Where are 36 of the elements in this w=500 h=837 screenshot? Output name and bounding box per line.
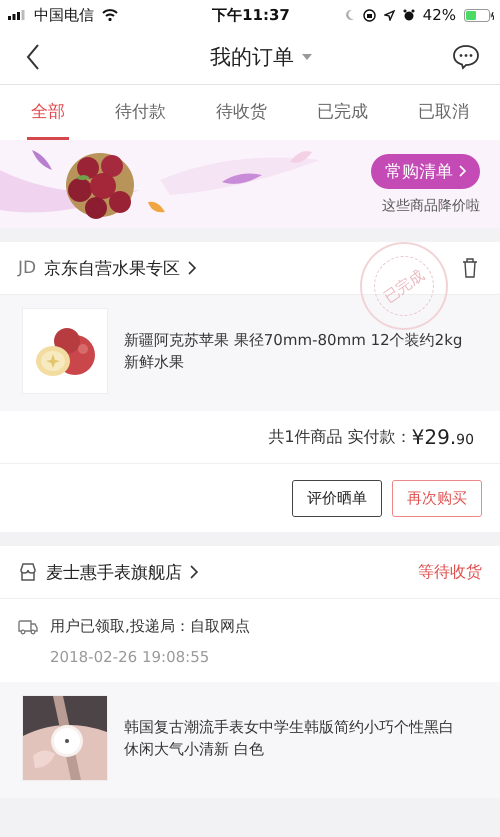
- battery-icon: [464, 8, 494, 22]
- carrier-name: 中国电信: [34, 6, 94, 24]
- page-title: 我的订单: [210, 44, 294, 71]
- back-icon[interactable]: [26, 44, 40, 70]
- battery-percent: 42%: [422, 6, 456, 24]
- message-icon[interactable]: [452, 44, 480, 70]
- chevron-right-icon[interactable]: [190, 565, 198, 579]
- frequent-list-button[interactable]: 常购清单: [371, 154, 480, 188]
- chevron-right-icon[interactable]: [188, 261, 196, 275]
- moon-icon: [344, 9, 355, 21]
- delivery-status: 用户已领取,投递局：自取网点: [50, 617, 250, 636]
- chevron-right-icon: [459, 165, 466, 177]
- alarm-icon: [402, 9, 415, 21]
- signal-icon: [8, 10, 26, 20]
- review-button[interactable]: 评价晒单: [292, 480, 382, 516]
- rotation-lock-icon: [362, 8, 376, 22]
- order-tab[interactable]: 待收货: [212, 85, 271, 140]
- store-logo: JD: [18, 258, 36, 278]
- order-price: ¥29.90: [412, 425, 474, 449]
- location-arrow-icon: [384, 10, 395, 20]
- store-icon: [18, 563, 38, 581]
- status-time: 下午11:37: [212, 6, 290, 24]
- order-tab[interactable]: 已完成: [313, 85, 372, 140]
- buy-again-button[interactable]: 再次购买: [392, 480, 482, 516]
- trash-icon[interactable]: [462, 258, 478, 278]
- delivery-time: 2018-02-26 19:08:55: [49, 648, 210, 666]
- store-link[interactable]: 麦士惠手表旗舰店: [46, 560, 182, 584]
- wifi-icon: [102, 9, 118, 21]
- banner-caption: 这些商品降价啦: [382, 196, 480, 214]
- order-summary: 共1件商品 实付款：: [268, 426, 412, 448]
- order-tab[interactable]: 已取消: [414, 85, 473, 140]
- order-tab[interactable]: 待付款: [111, 85, 170, 140]
- store-link[interactable]: 京东自营水果专区: [44, 256, 180, 280]
- truck-icon: [18, 618, 38, 634]
- order-status: 等待收货: [418, 562, 482, 582]
- dropdown-caret-icon[interactable]: [302, 54, 312, 60]
